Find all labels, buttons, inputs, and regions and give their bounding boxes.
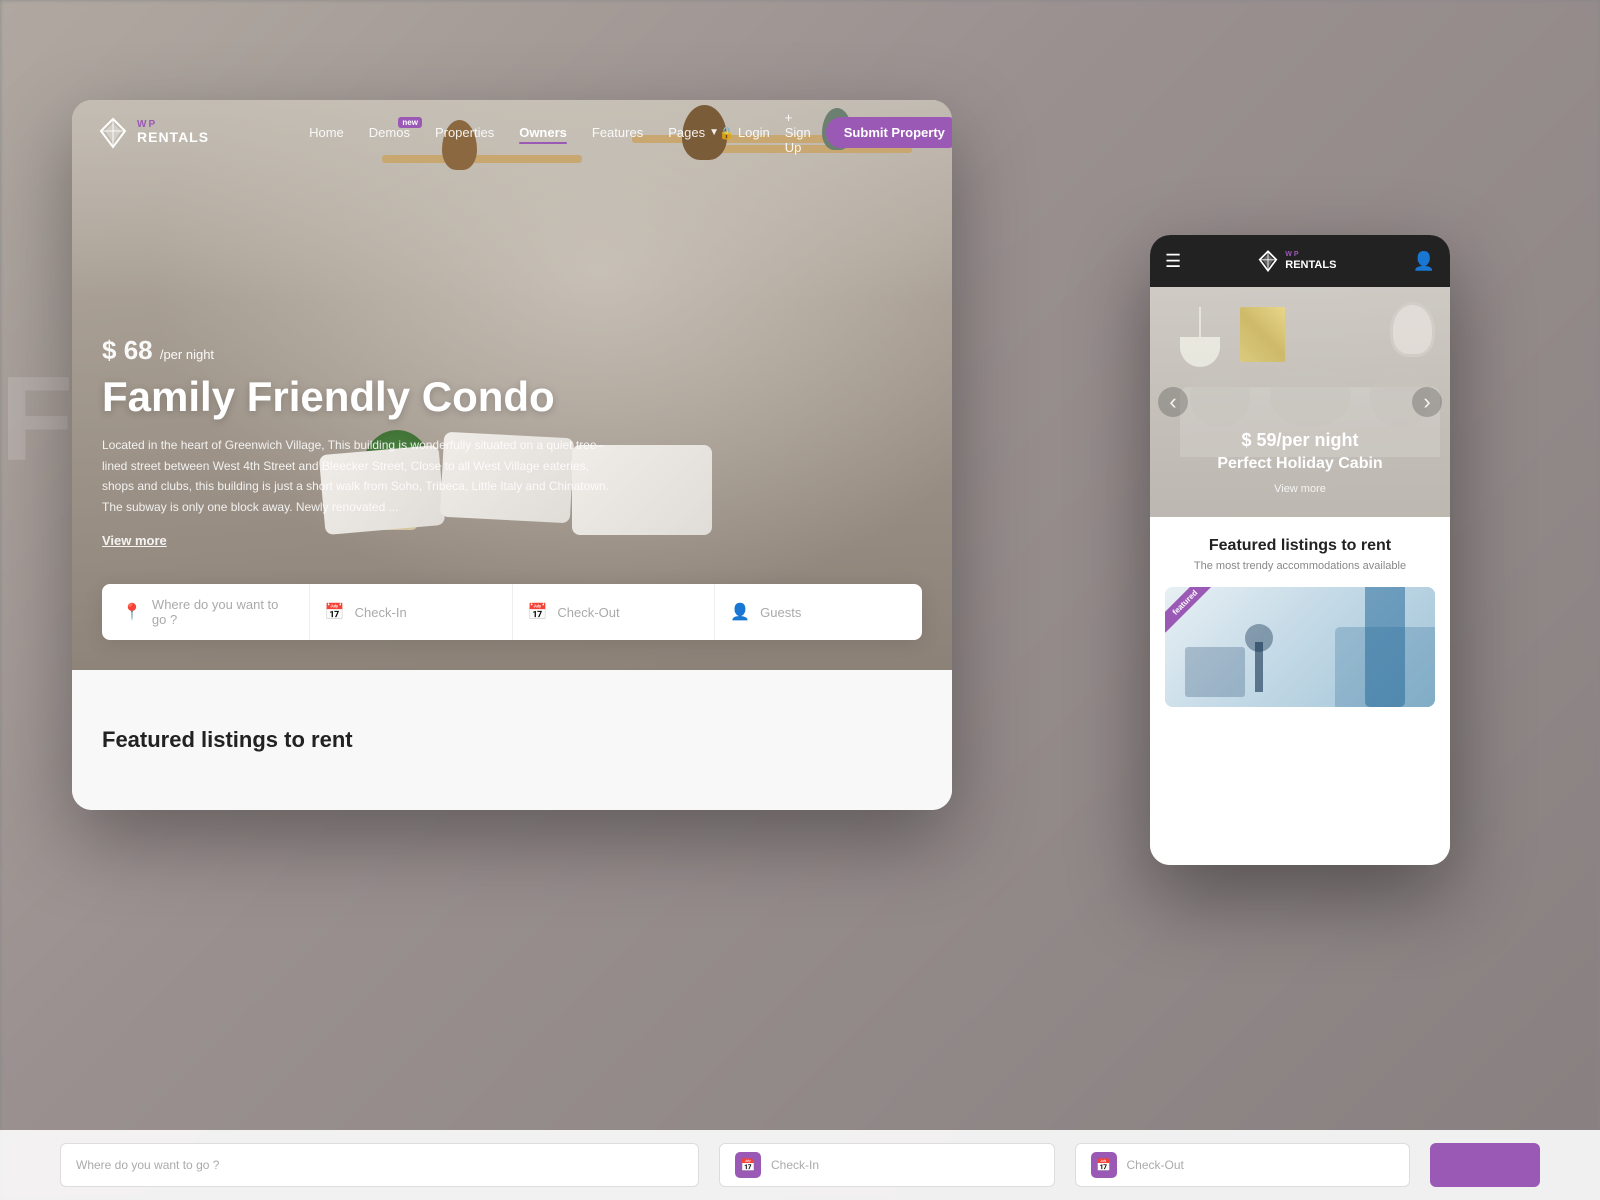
mobile-wall-art (1240, 307, 1285, 362)
mobile-featured-title: Featured listings to rent (1165, 537, 1435, 555)
nav-signup-button[interactable]: + Sign Up (785, 110, 811, 155)
mobile-logo[interactable]: WP RENTALS (1257, 250, 1336, 272)
mobile-mirror (1390, 302, 1435, 357)
navbar: WP RENTALS Home Demos new Properties Own… (72, 100, 952, 165)
mobile-hero-slider: ‹ › $ 59/per night Perfect Holiday Cabin… (1150, 287, 1450, 517)
pages-chevron-icon: ▼ (709, 127, 719, 138)
logo-rentals-label: RENTALS (137, 130, 209, 145)
bottom-checkin-placeholder: Check-In (771, 1158, 819, 1172)
guests-icon: 👤 (730, 602, 750, 622)
nav-features[interactable]: Features (592, 125, 643, 140)
mobile-arrow-left-icon[interactable]: ‹ (1158, 387, 1188, 417)
featured-title: Featured listings to rent (102, 727, 353, 753)
mobile-pendant-light (1180, 307, 1220, 367)
mobile-user-icon[interactable]: 👤 (1413, 251, 1435, 272)
checkin-placeholder: Check-In (355, 605, 407, 620)
checkin-field[interactable]: 📅 Check-In (310, 584, 513, 640)
mobile-device-card: ☰ WP RENTALS 👤 (1150, 235, 1450, 865)
nav-links: Home Demos new Properties Owners Feature… (309, 125, 719, 140)
search-bar: 📍 Where do you want to go ? 📅 Check-In 📅… (102, 584, 922, 640)
mobile-cabin-title: Perfect Holiday Cabin (1150, 455, 1450, 473)
nav-properties[interactable]: Properties (435, 125, 494, 140)
mobile-navbar: ☰ WP RENTALS 👤 (1150, 235, 1450, 287)
location-icon: 📍 (122, 602, 142, 622)
mobile-logo-text: WP RENTALS (1285, 251, 1336, 271)
price-unit: /per night (160, 347, 214, 362)
hero-title: Family Friendly Condo (102, 374, 612, 420)
calendar-icon-checkin: 📅 (325, 602, 345, 622)
logo[interactable]: WP RENTALS (97, 117, 209, 149)
bottom-checkout-field[interactable]: 📅 Check-Out (1075, 1143, 1411, 1187)
lock-icon: 🔒 (719, 126, 734, 140)
submit-property-button[interactable]: Submit Property (826, 117, 952, 148)
featured-section-header: Featured listings to rent (72, 670, 952, 810)
bottom-location-field[interactable]: Where do you want to go ? (60, 1143, 699, 1187)
mobile-featured-section: Featured listings to rent The most trend… (1150, 517, 1450, 865)
hero-description: Located in the heart of Greenwich Villag… (102, 435, 612, 517)
nav-owners[interactable]: Owners (519, 125, 567, 140)
mobile-price: $ 59/per night (1150, 430, 1450, 451)
desktop-browser-card: WP RENTALS Home Demos new Properties Own… (72, 100, 952, 810)
mobile-listing-curtain (1365, 587, 1405, 707)
nav-login-button[interactable]: 🔒 Login (719, 125, 770, 140)
checkout-placeholder: Check-Out (557, 605, 619, 620)
calendar-icon-checkout: 📅 (528, 602, 548, 622)
mobile-listing-badge-wrap: featured (1165, 587, 1220, 642)
mobile-listing-item (1185, 647, 1245, 697)
logo-text: WP RENTALS (137, 119, 209, 145)
mobile-listing-lamp-shade (1245, 624, 1273, 652)
price-amount: $ 68 (102, 335, 160, 365)
hero-section: WP RENTALS Home Demos new Properties Own… (72, 100, 952, 670)
price-display: $ 68 /per night (102, 335, 612, 366)
view-more-link[interactable]: View more (102, 533, 167, 548)
guests-placeholder: Guests (760, 605, 801, 620)
mobile-logo-diamond-icon (1257, 250, 1279, 272)
bottom-submit-button[interactable] (1430, 1143, 1540, 1187)
nav-pages[interactable]: Pages ▼ (668, 125, 719, 140)
mobile-logo-wp: WP (1285, 251, 1336, 259)
hero-content: $ 68 /per night Family Friendly Condo Lo… (102, 335, 612, 550)
bottom-search-overlay: Where do you want to go ? 📅 Check-In 📅 C… (0, 1130, 1600, 1200)
location-placeholder: Where do you want to go ? (152, 597, 294, 627)
mobile-featured-subtitle: The most trendy accommodations available (1165, 560, 1435, 572)
mobile-view-more-link[interactable]: View more (1274, 483, 1326, 495)
bottom-checkout-icon: 📅 (1091, 1152, 1117, 1178)
demos-badge: new (398, 117, 422, 128)
mobile-listing-card[interactable]: featured (1165, 587, 1435, 707)
mobile-hamburger-icon[interactable]: ☰ (1165, 251, 1181, 272)
mobile-featured-badge: featured (1165, 587, 1215, 633)
nav-home[interactable]: Home (309, 125, 344, 140)
mobile-logo-rentals: RENTALS (1285, 259, 1336, 271)
guests-field[interactable]: 👤 Guests (715, 584, 917, 640)
nav-demos[interactable]: Demos new (369, 125, 410, 140)
mobile-arrow-right-icon[interactable]: › (1412, 387, 1442, 417)
checkout-field[interactable]: 📅 Check-Out (513, 584, 716, 640)
bottom-location-placeholder: Where do you want to go ? (76, 1158, 219, 1172)
bottom-checkout-placeholder: Check-Out (1127, 1158, 1184, 1172)
mobile-hero-content: $ 59/per night Perfect Holiday Cabin Vie… (1150, 430, 1450, 497)
bottom-checkin-field[interactable]: 📅 Check-In (719, 1143, 1055, 1187)
nav-actions: 🔒 Login + Sign Up Submit Property (719, 110, 952, 155)
location-field[interactable]: 📍 Where do you want to go ? (107, 584, 310, 640)
bottom-checkin-icon: 📅 (735, 1152, 761, 1178)
logo-diamond-icon (97, 117, 129, 149)
